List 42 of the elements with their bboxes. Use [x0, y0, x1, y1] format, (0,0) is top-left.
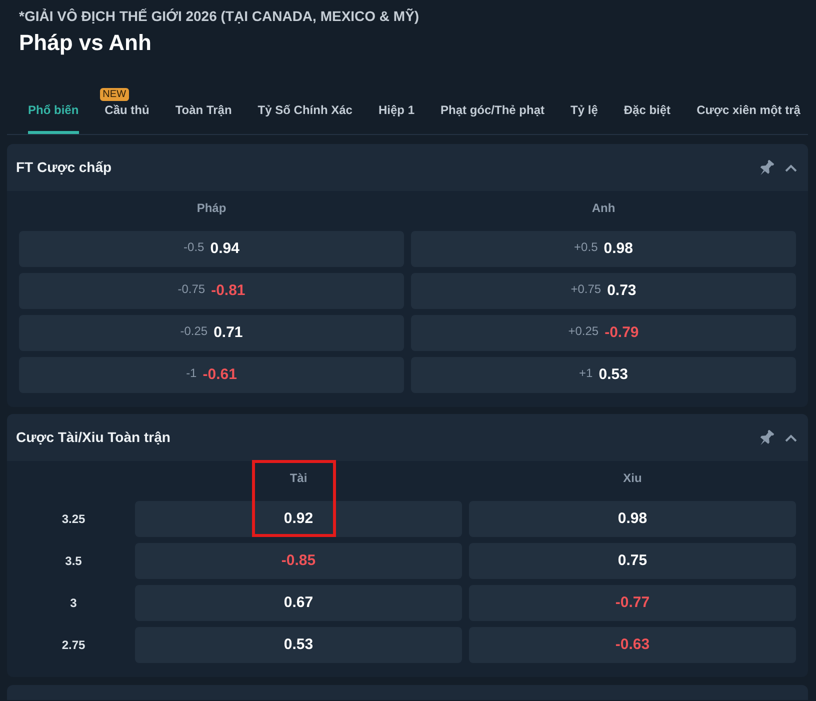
odds-button[interactable]: +0.75 0.73	[411, 273, 796, 309]
odds-button[interactable]: -0.63	[469, 627, 796, 663]
line-label: 2.75	[62, 637, 86, 654]
column-heading: Pháp	[196, 200, 226, 217]
tab[interactable]: Tỷ Số Chính Xác	[258, 102, 352, 134]
new-badge: NEW	[100, 88, 130, 101]
match-title: Pháp vs Anh	[19, 29, 152, 57]
section-title: Cược Tài/Xiu Toàn trận	[16, 428, 170, 447]
column-heading: Xiu	[623, 470, 642, 487]
odds-button[interactable]: -0.85	[135, 543, 462, 579]
column-heading: Tài	[290, 470, 308, 487]
tab[interactable]: Cược xiên một trậ	[696, 102, 800, 134]
odds-button[interactable]: -1 -0.61	[19, 357, 404, 393]
odds-button[interactable]: -0.5 0.94	[19, 231, 404, 267]
tab[interactable]: Toàn Trận	[175, 102, 232, 134]
tab[interactable]: Tỷ lệ	[570, 102, 598, 134]
odds-button[interactable]: 0.98	[469, 501, 796, 537]
odds-button[interactable]: -0.75 -0.81	[19, 273, 404, 309]
odds-button[interactable]: -0.25 0.71	[19, 315, 404, 351]
odds-button[interactable]: 0.53	[135, 627, 462, 663]
tab[interactable]: Phạt góc/Thẻ phạt	[440, 102, 545, 134]
odds-button[interactable]: 0.67	[135, 585, 462, 621]
chevron-up-icon[interactable]	[785, 434, 797, 442]
section-title: FT Cược chấp	[16, 158, 112, 177]
line-label: 3	[70, 595, 77, 612]
tab[interactable]: Hiệp 1	[378, 102, 414, 134]
pin-icon[interactable]	[759, 160, 774, 176]
pin-icon[interactable]	[759, 430, 774, 446]
odds-button[interactable]: 0.92	[135, 501, 462, 537]
odds-button[interactable]: +1 0.53	[411, 357, 796, 393]
line-label: 3.25	[62, 511, 86, 528]
line-label: 3.5	[65, 553, 82, 570]
odds-button[interactable]: +0.5 0.98	[411, 231, 796, 267]
competition-title: *GIẢI VÔ ĐỊCH THẾ GIỚI 2026 (TẠI CANADA, MEXICO & MỸ)	[19, 7, 420, 25]
odds-button[interactable]: 0.75	[469, 543, 796, 579]
odds-button[interactable]: +0.25 -0.79	[411, 315, 796, 351]
tab[interactable]: Phổ biến	[28, 102, 79, 134]
chevron-up-icon[interactable]	[785, 164, 797, 172]
tab[interactable]: Đặc biệt	[624, 102, 671, 134]
tab[interactable]: Cầu thủ	[104, 102, 150, 134]
column-heading: Anh	[592, 200, 616, 217]
odds-button[interactable]: -0.77	[469, 585, 796, 621]
